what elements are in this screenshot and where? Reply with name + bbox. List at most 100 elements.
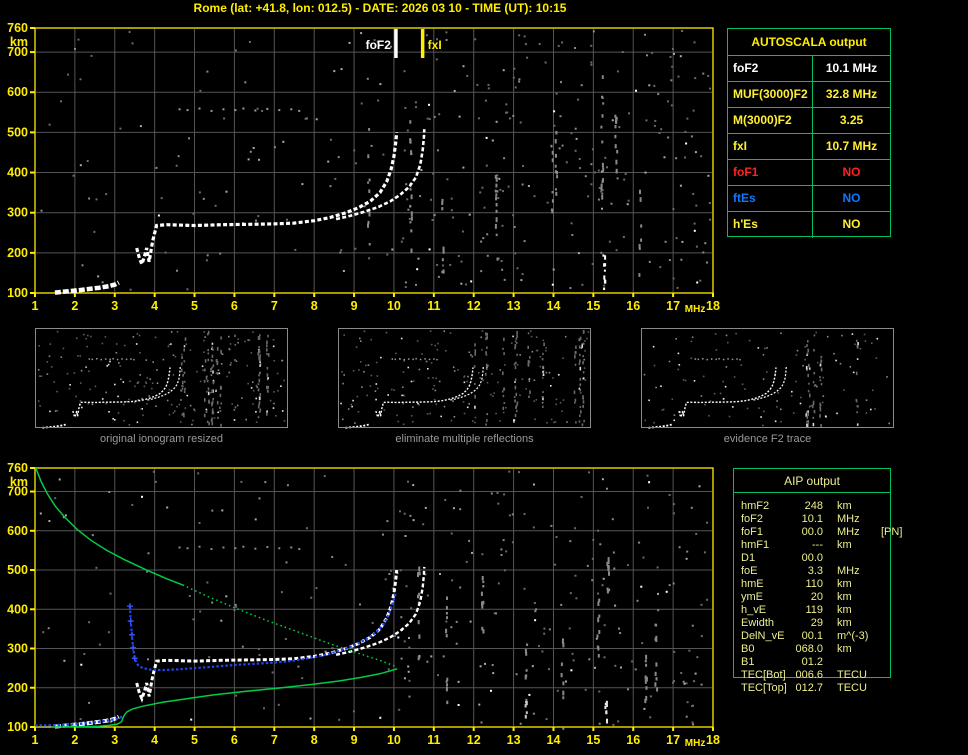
autoscala-param-label: foF2 bbox=[728, 56, 813, 81]
svg-text:3: 3 bbox=[111, 733, 118, 747]
aip-label: hmF1 bbox=[741, 539, 770, 551]
aip-label: foE bbox=[741, 565, 758, 577]
autoscala-row-fxI: fxI 10.7 MHz bbox=[728, 134, 890, 160]
svg-text:400: 400 bbox=[7, 166, 28, 180]
aip-note bbox=[875, 656, 890, 669]
svg-text:9: 9 bbox=[351, 299, 358, 313]
aip-output-table: AIP output hmF2 248 km foF2 10.1 MHz foF1 00.0 M… bbox=[733, 468, 902, 694]
svg-text:10: 10 bbox=[387, 299, 401, 313]
svg-text:14: 14 bbox=[547, 733, 561, 747]
autoscala-param-value: 32.8 MHz bbox=[825, 87, 878, 101]
svg-text:km: km bbox=[10, 475, 28, 489]
autoscala-row-MUF(3000)F2: MUF(3000)F2 32.8 MHz bbox=[728, 82, 890, 108]
svg-text:100: 100 bbox=[7, 720, 28, 734]
aip-row-foF1: foF1 00.0 MHz [PN] bbox=[734, 526, 902, 539]
svg-text:16: 16 bbox=[626, 299, 640, 313]
svg-text:12: 12 bbox=[467, 299, 481, 313]
aip-note bbox=[875, 591, 890, 604]
autoscala-param-value: NO bbox=[842, 191, 861, 205]
thumbnail-eliminate-reflections bbox=[338, 328, 591, 428]
frequency-markers: foF2 fxI bbox=[366, 29, 442, 58]
svg-text:3: 3 bbox=[111, 299, 118, 313]
autoscala-param-value: NO bbox=[842, 165, 861, 179]
aip-unit: TECU bbox=[837, 682, 867, 694]
aip-label: DelN_vE bbox=[741, 630, 785, 642]
thumbnail-original-ionogram bbox=[35, 328, 288, 428]
aip-note bbox=[875, 565, 890, 578]
aip-note bbox=[875, 552, 890, 565]
aip-note bbox=[875, 669, 890, 682]
aip-row-ymE: ymE 20 km bbox=[734, 591, 890, 604]
aip-row-TEC[Bot]: TEC[Bot] 006.6 TECU bbox=[734, 669, 890, 682]
svg-text:6: 6 bbox=[231, 299, 238, 313]
thumbnail-caption: eliminate multiple reflections bbox=[395, 433, 534, 445]
autoscala-param-value: 3.25 bbox=[839, 113, 864, 127]
aip-note bbox=[875, 617, 890, 630]
thumbnail-caption: original ionogram resized bbox=[100, 433, 223, 445]
aip-unit: km bbox=[837, 604, 852, 616]
aip-label: B0 bbox=[741, 643, 755, 655]
aip-unit: MHz bbox=[837, 513, 860, 525]
aip-label: foF1 bbox=[741, 526, 764, 538]
autoscala-row-h'Es: h'Es NO bbox=[728, 212, 890, 238]
aip-value: 01.2 bbox=[801, 656, 823, 668]
aip-label: hmF2 bbox=[741, 500, 770, 512]
aip-label: TEC[Bot] bbox=[741, 669, 786, 681]
aip-note bbox=[875, 539, 890, 552]
svg-text:8: 8 bbox=[311, 299, 318, 313]
aip-row-foF2: foF2 10.1 MHz bbox=[734, 513, 890, 526]
thumbnail-evidence-f2-trace bbox=[641, 328, 894, 428]
autoscala-param-label: h'Es bbox=[728, 212, 813, 238]
aip-value: 00.1 bbox=[801, 630, 823, 642]
aip-value: --- bbox=[812, 539, 823, 551]
aip-label: hmE bbox=[741, 578, 764, 590]
svg-text:500: 500 bbox=[7, 563, 28, 577]
autoscala-row-foF1: foF1 NO bbox=[728, 160, 890, 186]
bottom-plot-traces bbox=[54, 566, 426, 729]
fxi-marker-label: fxI bbox=[428, 38, 442, 52]
aip-row-hmF2: hmF2 248 km bbox=[734, 500, 890, 513]
autoscala-row-foF2: foF2 10.1 MHz bbox=[728, 56, 890, 82]
svg-text:km: km bbox=[10, 35, 28, 49]
autoscala-param-value: NO bbox=[842, 217, 861, 231]
svg-text:MHz: MHz bbox=[685, 304, 706, 315]
aip-value: 119 bbox=[805, 604, 823, 616]
autoscala-param-value: 10.7 MHz bbox=[825, 139, 878, 153]
aip-table-rows: hmF2 248 km foF2 10.1 MHz foF1 00.0 MHz [PN] hmF1 -… bbox=[734, 493, 902, 695]
aip-value: 068.0 bbox=[795, 643, 823, 655]
aip-value: 00.0 bbox=[801, 526, 823, 538]
svg-text:17: 17 bbox=[666, 733, 680, 747]
svg-text:300: 300 bbox=[7, 642, 28, 656]
svg-text:2: 2 bbox=[71, 733, 78, 747]
aip-note bbox=[875, 682, 890, 695]
svg-text:17: 17 bbox=[666, 299, 680, 313]
top-ionogram-plot: 760700600500400300200100km1 2 3 4 5 6 7 8 9 10 11 1… bbox=[7, 21, 720, 315]
autoscala-param-label: foF1 bbox=[728, 160, 813, 185]
aip-value: 20 bbox=[810, 591, 823, 603]
svg-text:760: 760 bbox=[7, 21, 28, 35]
svg-text:4: 4 bbox=[151, 299, 158, 313]
page-title: Rome (lat: +41.8, lon: 012.5) - DATE: 20… bbox=[193, 1, 567, 15]
aip-row-hmE: hmE 110 km bbox=[734, 578, 890, 591]
aip-unit: MHz bbox=[837, 526, 860, 538]
aip-value: 29 bbox=[810, 617, 823, 629]
svg-text:18: 18 bbox=[706, 733, 720, 747]
aip-label: B1 bbox=[741, 656, 755, 668]
aip-note: [PN] bbox=[881, 526, 903, 538]
aip-label: D1 bbox=[741, 552, 756, 564]
top-plot-noise bbox=[40, 30, 712, 291]
aip-row-foE: foE 3.3 MHz bbox=[734, 565, 890, 578]
autoscala-param-label: ftEs bbox=[728, 186, 813, 211]
svg-text:400: 400 bbox=[7, 602, 28, 616]
svg-text:18: 18 bbox=[706, 299, 720, 313]
aip-row-h_vE: h_vE 119 km bbox=[734, 604, 890, 617]
aip-unit bbox=[823, 552, 875, 565]
aip-row-B1: B1 01.2 bbox=[734, 656, 890, 669]
svg-text:200: 200 bbox=[7, 246, 28, 260]
autoscala-table-header: AUTOSCALA output bbox=[728, 29, 890, 56]
svg-text:4: 4 bbox=[151, 733, 158, 747]
aip-note bbox=[875, 643, 890, 656]
autoscala-app-window: 760 700 600 500 400 300 200 100 km 1 2 3 4 5 6 7 8 9 10 11 1… bbox=[0, 0, 968, 755]
aip-table-header: AIP output bbox=[734, 469, 890, 493]
svg-text:13: 13 bbox=[507, 733, 521, 747]
